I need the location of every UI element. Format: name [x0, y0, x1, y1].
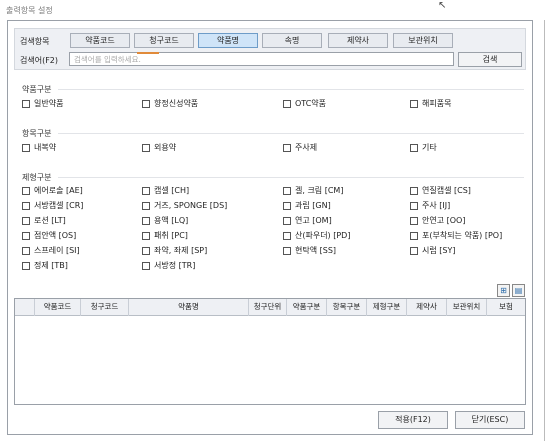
- checkbox-form-po[interactable]: 포(부착되는 약품) [PO]: [410, 230, 502, 241]
- search-category-label: 검색항목: [20, 37, 50, 46]
- group-divider: [58, 133, 524, 134]
- grid-header-storage[interactable]: 보관위치: [447, 299, 487, 316]
- checkbox-form-tr[interactable]: 서방정 [TR]: [142, 260, 195, 271]
- search-tab-generic-name[interactable]: 속명: [262, 33, 322, 48]
- checkbox-form-lt[interactable]: 로션 [LT]: [22, 215, 66, 226]
- checkbox-form-cs[interactable]: 연질캡셀 [CS]: [410, 185, 471, 196]
- checkbox-otc-drug[interactable]: OTC약품: [283, 98, 326, 109]
- search-tab-storage[interactable]: 보관위치: [393, 33, 453, 48]
- checkbox-form-lq[interactable]: 용액 [LQ]: [142, 215, 188, 226]
- checkbox-form-om[interactable]: 연고 [OM]: [283, 215, 332, 226]
- group-divider: [58, 89, 524, 90]
- grid-header-drug-type[interactable]: 약품구분: [287, 299, 327, 316]
- grid-header-item-type[interactable]: 항목구분: [327, 299, 367, 316]
- search-tab-maker[interactable]: 제약사: [328, 33, 388, 48]
- checkbox-form-sp[interactable]: 좌약, 좌제 [SP]: [142, 245, 207, 256]
- checkbox-form-si[interactable]: 스프레이 [SI]: [22, 245, 80, 256]
- window-title: 출력항목 설정: [6, 6, 53, 15]
- grid-header-form-type[interactable]: 제형구분: [367, 299, 407, 316]
- checkbox-external[interactable]: 외용약: [142, 142, 176, 153]
- checkbox-form-ds[interactable]: 거즈, SPONGE [DS]: [142, 200, 227, 211]
- excel-export-icon[interactable]: ⊞: [497, 284, 510, 297]
- settings-window: 출력항목 설정 ↖ 검색항목 검색어(F2) 약품코드 청구코드 약품명 속명 …: [0, 0, 545, 441]
- checkbox-form-gn[interactable]: 과립 [GN]: [283, 200, 331, 211]
- checkbox-form-sy[interactable]: 시럽 [SY]: [410, 245, 455, 256]
- document-icon[interactable]: ▤: [512, 284, 525, 297]
- checkbox-form-pd[interactable]: 산(파우더) [PD]: [283, 230, 350, 241]
- search-keyword-label: 검색어(F2): [20, 56, 59, 65]
- checkbox-form-ae[interactable]: 에어로솔 [AE]: [22, 185, 83, 196]
- grid-header-claim-unit[interactable]: 청구단위: [249, 299, 287, 316]
- input-caret: [137, 52, 159, 54]
- grid-header-indicator: [15, 299, 35, 316]
- search-tab-claim-code[interactable]: 청구코드: [134, 33, 194, 48]
- search-tab-drug-code[interactable]: 약품코드: [70, 33, 130, 48]
- item-type-group-title: 항목구분: [22, 129, 52, 138]
- grid-header-insurance[interactable]: 보험: [487, 299, 525, 316]
- mouse-cursor-icon: ↖: [438, 0, 447, 11]
- checkbox-etc[interactable]: 기타: [410, 142, 437, 153]
- checkbox-form-os[interactable]: 점안액 [OS]: [22, 230, 76, 241]
- search-input[interactable]: [69, 52, 454, 66]
- search-tab-drug-name[interactable]: 약품명: [198, 33, 258, 48]
- form-type-group-title: 제형구분: [22, 173, 52, 182]
- checkbox-form-pc[interactable]: 패취 [PC]: [142, 230, 188, 241]
- checkbox-form-tb[interactable]: 정제 [TB]: [22, 260, 68, 271]
- title-bar: 출력항목 설정 ↖: [0, 0, 545, 20]
- checkbox-form-ij[interactable]: 주사 [IJ]: [410, 200, 450, 211]
- search-button[interactable]: 검색: [458, 52, 522, 67]
- close-button[interactable]: 닫기(ESC): [455, 411, 525, 429]
- grid-header-drug-code[interactable]: 약품코드: [35, 299, 81, 316]
- grid-header-maker[interactable]: 제약사: [407, 299, 447, 316]
- grid-header: 약품코드 청구코드 약품명 청구단위 약품구분 항목구분 제형구분 제약사 보관…: [15, 299, 525, 316]
- drug-type-group-title: 약품구분: [22, 85, 52, 94]
- checkbox-form-cr[interactable]: 서방캡셀 [CR]: [22, 200, 83, 211]
- checkbox-form-oo[interactable]: 안연고 [OO]: [410, 215, 465, 226]
- apply-button[interactable]: 적용(F12): [378, 411, 448, 429]
- group-divider: [58, 177, 524, 178]
- checkbox-form-ss[interactable]: 현탁액 [SS]: [283, 245, 336, 256]
- result-grid[interactable]: 약품코드 청구코드 약품명 청구단위 약품구분 항목구분 제형구분 제약사 보관…: [14, 298, 526, 405]
- checkbox-form-ch[interactable]: 캡셀 [CH]: [142, 185, 189, 196]
- checkbox-oral[interactable]: 내복약: [22, 142, 56, 153]
- grid-header-claim-code[interactable]: 청구코드: [81, 299, 129, 316]
- checkbox-injection[interactable]: 주사제: [283, 142, 317, 153]
- checkbox-psychotropic-drug[interactable]: 향정신성약품: [142, 98, 198, 109]
- checkbox-general-drug[interactable]: 일반약품: [22, 98, 63, 109]
- checkbox-happy-item[interactable]: 해피품목: [410, 98, 451, 109]
- checkbox-form-cm[interactable]: 겔, 크림 [CM]: [283, 185, 343, 196]
- grid-header-drug-name[interactable]: 약품명: [129, 299, 249, 316]
